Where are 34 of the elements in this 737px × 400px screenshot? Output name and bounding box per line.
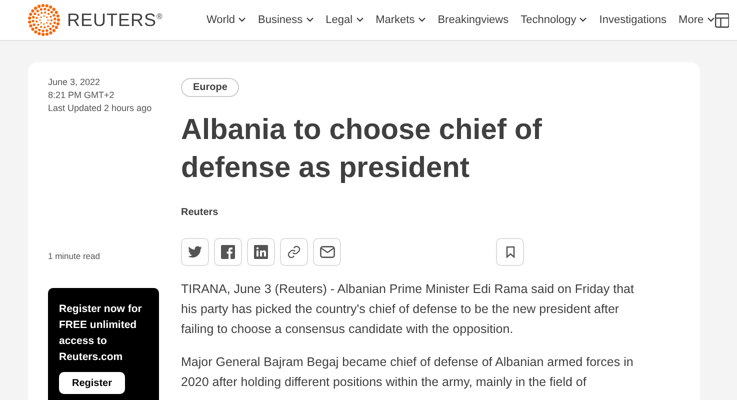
article-paragraph: TIRANA, June 3 (Reuters) - Albanian Prime Minister Edi Rama said on Friday that his party has picked the country's chief of defense to be the new president after failing to choose a consensus candidate with the opposition. bbox=[181, 281, 635, 338]
brand-wordmark[interactable]: REUTERS$^{®}$ bbox=[67, 10, 163, 30]
publish-date: June 3, 2022 bbox=[48, 76, 102, 89]
dotted-circle-logo-icon[interactable] bbox=[27, 3, 61, 37]
share-button[interactable] bbox=[181, 238, 209, 266]
nav-link[interactable]: Breakingviews bbox=[438, 14, 509, 26]
nav-link[interactable]: World bbox=[206, 14, 246, 26]
bird-icon bbox=[188, 246, 202, 258]
nav-link[interactable]: Business bbox=[258, 14, 314, 26]
section-tag[interactable]: Europe bbox=[181, 78, 240, 97]
article-title: Albania to choose chief of defense as president bbox=[181, 113, 543, 186]
byline[interactable]: Reuters bbox=[181, 207, 641, 218]
share-button[interactable] bbox=[247, 238, 275, 266]
bookmark-icon bbox=[506, 246, 514, 258]
nav-link[interactable]: Markets bbox=[376, 14, 426, 26]
article-paragraph: Major General Bajram Begaj became chief of defense of Albanian armed forces in 2020 after holding different positions within the army, mainly in the field of bbox=[181, 354, 634, 391]
register-button[interactable]: Register bbox=[59, 372, 125, 394]
link-icon bbox=[287, 245, 301, 259]
nav-link[interactable]: Technology bbox=[520, 14, 588, 26]
envelope-icon bbox=[320, 246, 334, 258]
share-button[interactable] bbox=[280, 238, 308, 266]
nav-link[interactable]: More bbox=[678, 14, 715, 26]
read-time: 1 minute read bbox=[48, 250, 101, 263]
nav-link[interactable]: Investigations bbox=[599, 14, 667, 26]
linkedin-icon bbox=[254, 245, 268, 259]
layout-grid-icon[interactable] bbox=[714, 12, 729, 28]
promo-text: Register now for FREE unlimited access to Reuters.com bbox=[59, 302, 143, 365]
facebook-icon bbox=[221, 245, 235, 259]
nav-link[interactable]: Legal bbox=[326, 14, 364, 26]
bookmark-button[interactable] bbox=[496, 238, 524, 266]
share-button[interactable] bbox=[313, 238, 341, 266]
share-button[interactable] bbox=[214, 238, 242, 266]
publish-time: 8:21 PM GMT+2 bbox=[48, 89, 116, 102]
last-updated: Last Updated 2 hours ago bbox=[48, 102, 153, 115]
